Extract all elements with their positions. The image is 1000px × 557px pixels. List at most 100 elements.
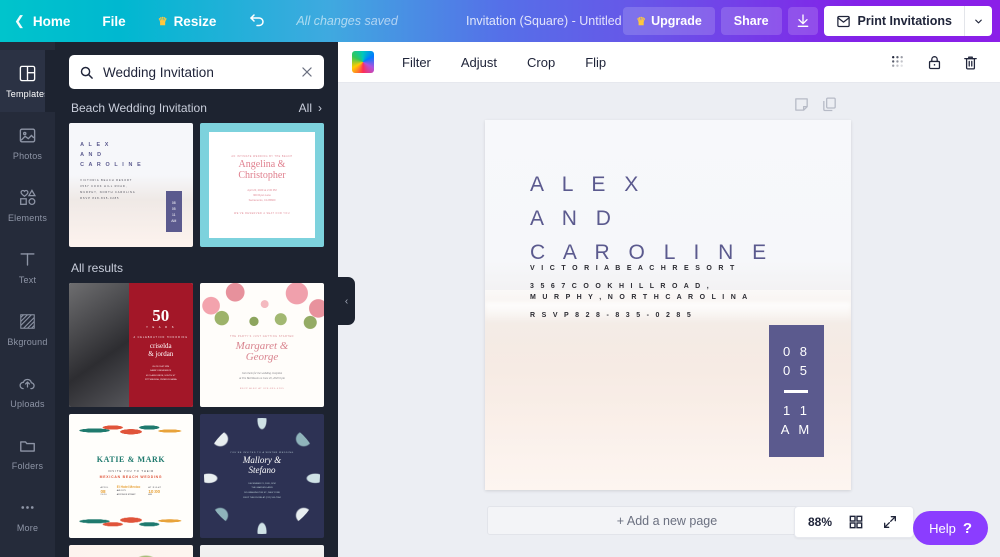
- more-dots-icon: [17, 498, 39, 518]
- template-card-alex-caroline[interactable]: A L E X A N D C A R O L I N E VICTORIA B…: [69, 123, 193, 247]
- share-button[interactable]: Share: [720, 7, 782, 35]
- background-icon: [17, 312, 39, 332]
- envelope-icon: [836, 14, 851, 29]
- print-dropdown-caret[interactable]: [964, 6, 992, 36]
- undo-button[interactable]: [232, 0, 282, 42]
- ornament-bottom: [73, 509, 189, 535]
- section-all-link[interactable]: All ›: [299, 101, 322, 115]
- sidebar-item-folders[interactable]: Folders: [0, 422, 55, 484]
- resize-label: Resize: [173, 13, 217, 29]
- close-icon[interactable]: [300, 65, 314, 79]
- adjust-button[interactable]: Adjust: [447, 42, 511, 83]
- rsvp-line: R S V P 8 2 8 - 8 3 5 - 0 2 8 5: [530, 311, 694, 319]
- duplicate-page-icon[interactable]: [821, 96, 838, 113]
- thumb-tagline: YOU'RE INVITED TO A WINTER WEDDING: [230, 451, 294, 454]
- color-picker-icon[interactable]: [352, 51, 374, 73]
- help-button[interactable]: Help ?: [913, 511, 988, 545]
- address-line-2: M U R P H Y , N O R T H C A R O L I N A: [530, 293, 750, 301]
- editor-toolbar: Filter Adjust Crop Flip: [338, 42, 1000, 83]
- thumb-details: 05.23.21 AT 3PM FAMILY RESIDENCE 412 LAK…: [144, 365, 177, 382]
- search-input[interactable]: [103, 64, 291, 80]
- thumb-content: 50 Y E A R S A CELEBRATION HONORING cris…: [128, 283, 193, 407]
- section-title: Beach Wedding Invitation: [71, 101, 207, 115]
- badge-day: 0 5: [782, 363, 811, 379]
- folders-icon: [17, 436, 39, 456]
- zoom-level[interactable]: 88%: [808, 515, 832, 529]
- thumb-detail-row: APRIL 08 2020 El Hotel Mexico AVE 1273 A…: [101, 485, 162, 497]
- thumb-photo: [69, 283, 129, 407]
- thumb-names: Angelina & Christopher: [238, 159, 286, 182]
- thumb-names: Margaret & George: [235, 339, 289, 364]
- thumb-rsvp: WE'VE RESERVED A SEAT FOR YOU: [234, 211, 290, 215]
- template-card-margaret-george[interactable]: THE PARTY'S JUST GETTING STARTED Margare…: [200, 283, 324, 407]
- design-title-text[interactable]: A L E X A N D C A R O L I N E: [530, 168, 773, 270]
- crop-button[interactable]: Crop: [513, 42, 569, 83]
- print-invitations-button[interactable]: Print Invitations: [824, 6, 964, 36]
- lock-icon[interactable]: [924, 52, 944, 72]
- template-card-partial-peach[interactable]: [69, 545, 193, 557]
- canva-editor: ❮ Home File ♛ Resize All changes saved I…: [0, 0, 1000, 557]
- thumb-time: AT RIGHT 10:00 AM: [148, 486, 162, 496]
- panel-collapse-button[interactable]: ‹: [338, 277, 355, 325]
- address-line-1: 3 5 6 7 C O O K H I L L R O A D ,: [530, 283, 711, 291]
- trash-icon[interactable]: [960, 52, 980, 72]
- thumb-tagline: THE PARTY'S JUST GETTING STARTED: [230, 334, 294, 338]
- crown-icon: ♛: [636, 15, 647, 28]
- thumb-names: Mallory & Stefano: [242, 454, 282, 475]
- sidebar-label-uploads: Uploads: [10, 398, 45, 409]
- expand-icon[interactable]: [880, 512, 900, 532]
- sidebar-item-photos[interactable]: Photos: [0, 112, 55, 174]
- sidebar-item-elements[interactable]: Elements: [0, 174, 55, 236]
- sidebar-item-uploads[interactable]: Uploads: [0, 360, 55, 422]
- thumb-rsvp: RSVP ALEX AT 828-835-0285: [239, 388, 285, 390]
- notes-icon[interactable]: [793, 96, 810, 113]
- top-toolbar-right: ♛ Upgrade Share Print Invitations: [623, 0, 1000, 42]
- sidebar-item-text[interactable]: Text: [0, 236, 55, 298]
- thumb-names: criselda & jordan: [148, 341, 174, 358]
- sidebar-item-background[interactable]: Bkground: [0, 298, 55, 360]
- print-invitations-group[interactable]: Print Invitations: [823, 6, 992, 36]
- document-title[interactable]: Invitation (Square) - Untitled: [466, 0, 622, 42]
- sidebar-label-more: More: [16, 522, 39, 533]
- help-question-mark: ?: [962, 519, 972, 537]
- thumb-details: DECEMBER 21, 2020, 5PM THE GARDEN LAWN 1…: [243, 482, 281, 499]
- page-tools: [793, 96, 838, 113]
- elements-icon: [17, 188, 39, 208]
- download-button[interactable]: [787, 7, 818, 35]
- file-menu-button[interactable]: File: [86, 0, 141, 42]
- grid-view-icon[interactable]: [846, 512, 866, 532]
- template-card-50-years[interactable]: 50 Y E A R S A CELEBRATION HONORING cris…: [69, 283, 193, 407]
- title-line-2: A N D: [530, 207, 618, 231]
- design-canvas[interactable]: A L E X A N D C A R O L I N E V I C T O …: [485, 120, 851, 490]
- template-card-mallory-stefano[interactable]: YOU'RE INVITED TO A WINTER WEDDING Mallo…: [200, 414, 324, 538]
- template-card-partial-lace[interactable]: [200, 545, 324, 557]
- print-label: Print Invitations: [857, 14, 952, 28]
- badge-ampm: A M: [780, 421, 813, 437]
- design-details-text[interactable]: V I C T O R I A B E A C H R E S O R T 3 …: [530, 264, 749, 321]
- text-icon: [17, 250, 39, 270]
- sidebar-item-more[interactable]: More: [0, 484, 55, 546]
- badge-time: 1 1: [782, 402, 811, 418]
- template-card-angelina-christopher[interactable]: AN INTIMATE WEDDING BY THE BEACH Angelin…: [200, 123, 324, 247]
- search-box[interactable]: [69, 55, 324, 89]
- transparency-icon[interactable]: [888, 52, 908, 72]
- share-label: Share: [733, 14, 769, 28]
- design-date-badge[interactable]: 0 8 0 5 1 1 A M: [769, 325, 824, 457]
- uploads-icon: [17, 374, 39, 394]
- thumb-inner: AN INTIMATE WEDDING BY THE BEACH Angelin…: [208, 131, 316, 239]
- flip-button[interactable]: Flip: [571, 42, 620, 83]
- thumb-details: VICTORIA BEACH RESORT 3567 COOK HILL ROA…: [80, 178, 136, 201]
- resize-button[interactable]: ♛ Resize: [142, 0, 233, 42]
- thumb-details: Join them for the wedding reception at T…: [239, 371, 285, 381]
- templates-icon: [17, 64, 39, 84]
- sidebar-label-background: Bkground: [7, 336, 48, 347]
- undo-arrow-icon: [248, 12, 266, 30]
- chevron-right-icon: ›: [318, 101, 322, 115]
- sidebar-item-templates[interactable]: Templates: [0, 50, 55, 112]
- beach-template-grid: A L E X A N D C A R O L I N E VICTORIA B…: [55, 123, 338, 247]
- upgrade-button[interactable]: ♛ Upgrade: [623, 7, 715, 35]
- filter-button[interactable]: Filter: [388, 42, 445, 83]
- home-button[interactable]: ❮ Home: [0, 0, 86, 42]
- sidebar-label-text: Text: [18, 274, 37, 285]
- template-card-katie-mark[interactable]: KATIE & MARK INVITE YOU TO THEIR MEXICAN…: [69, 414, 193, 538]
